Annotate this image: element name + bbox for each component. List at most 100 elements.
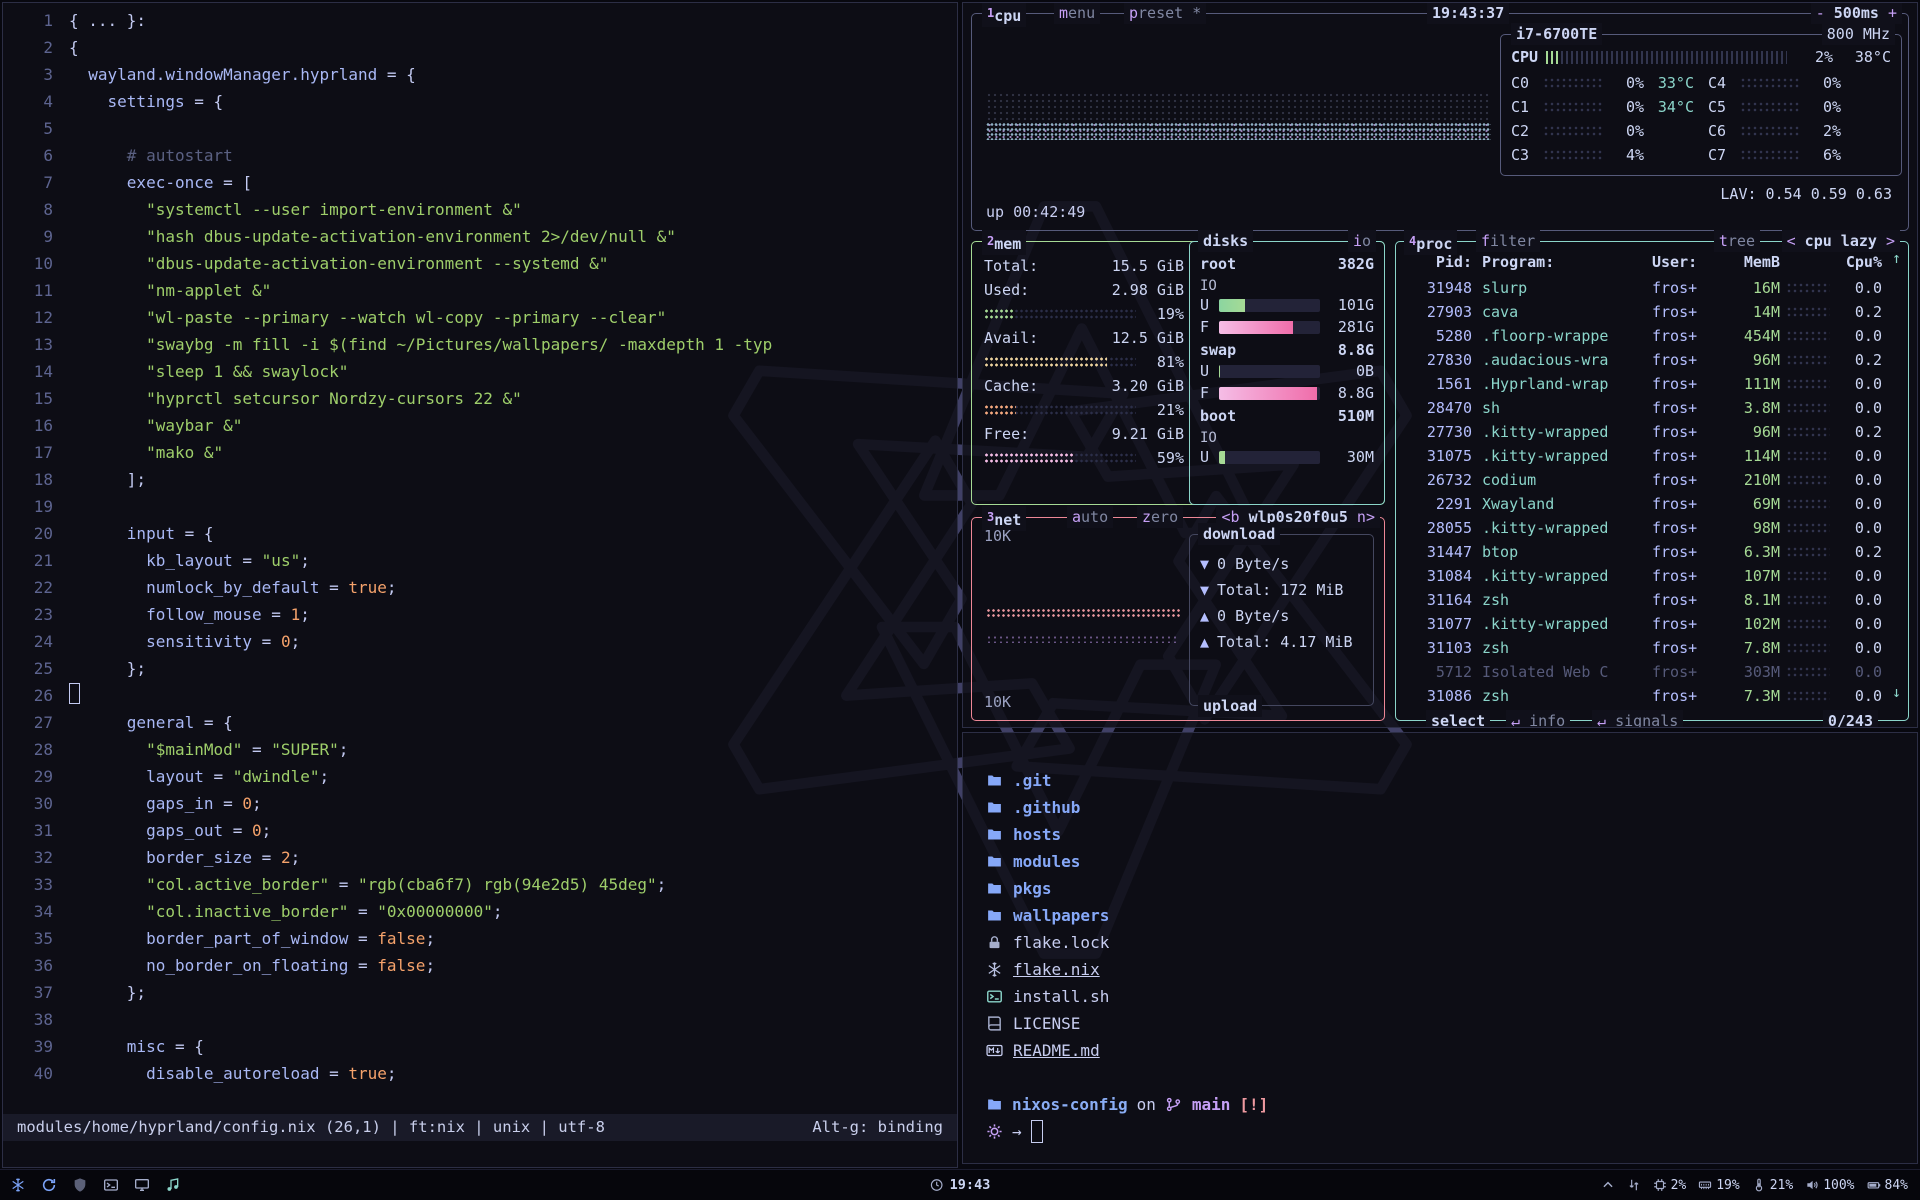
process-row[interactable]: 27903cavafros+14M0.2 [1410,300,1882,324]
sort-prev-arrow[interactable]: < [1787,232,1796,250]
terminal-window[interactable]: .git.githubhostsmodulespkgswallpapersfla… [962,732,1918,1164]
process-row[interactable]: 31164zshfros+8.1M0.0 [1410,588,1882,612]
process-row[interactable]: 5280.floorp-wrappefros+454M0.0 [1410,324,1882,348]
net-auto-button[interactable]: auto [1067,506,1113,528]
prompt-git-branch: main [1192,1091,1231,1118]
process-row[interactable]: 1561.Hyprland-wrapfros+111M0.0 [1410,372,1882,396]
process-mem: 69M [1718,492,1780,516]
proc-filter-button[interactable]: filter [1476,230,1540,252]
tray-expand[interactable] [1601,1178,1615,1192]
tray-value: 21% [1770,1178,1793,1193]
disk-meter-track [1219,365,1320,378]
cpu-usage[interactable]: 2% [1653,1178,1687,1193]
process-row[interactable]: 31084.kitty-wrappedfros+107M0.0 [1410,564,1882,588]
disk-meter-value: 8.8G [1326,381,1374,405]
btop-menu-button[interactable]: menu [1054,2,1100,24]
header-cpu[interactable]: Cpu% [1836,250,1882,274]
process-row[interactable]: 28055.kitty-wrappedfros+98M0.0 [1410,516,1882,540]
security-shield-icon[interactable] [72,1177,88,1193]
proc-info-button[interactable]: ↵ info [1506,710,1570,728]
prompt-git-status: [!] [1239,1091,1268,1118]
iface-next-key[interactable]: n> [1348,508,1375,526]
mem-stat-row: Avail:12.5 GiB [984,326,1184,350]
terminal-app-icon[interactable] [103,1177,119,1193]
file-item: pkgs [985,875,1895,902]
process-row[interactable]: 26732codiumfros+210M0.0 [1410,468,1882,492]
btop-preset-button[interactable]: preset * [1124,2,1206,24]
music-player-icon[interactable] [165,1177,181,1193]
process-row[interactable]: 2291Xwaylandfros+69M0.0 [1410,492,1882,516]
proc-signals-button[interactable]: ↵ signals [1592,710,1683,728]
btop-cpu-box: 1cpu menu preset * 19:43:37 - 500ms + i7… [971,13,1909,231]
file-name: .github [1013,794,1080,821]
code-area[interactable]: 1{ ... }:2{3 wayland.windowManager.hyprl… [3,7,957,1087]
cpu-cores-grid: C00%33°CC10%34°CC20%C34%C40%C50%C62%C76% [1511,71,1891,167]
process-pid: 26732 [1410,468,1472,492]
scroll-down-indicator[interactable]: ↓ [1892,680,1901,704]
header-program[interactable]: Program: [1472,250,1652,274]
display-settings-icon[interactable] [134,1177,150,1193]
process-row[interactable]: 31086zshfros+7.3M0.0 [1410,684,1882,708]
btop-window[interactable]: 1cpu menu preset * 19:43:37 - 500ms + i7… [962,2,1918,728]
shell-prompt: nixos-config on main [!] [985,1091,1895,1118]
right-column: 1cpu menu preset * 19:43:37 - 500ms + i7… [962,2,1918,1168]
interval-increase-button[interactable]: + [1888,4,1897,22]
editor-window[interactable]: 1{ ... }:2{3 wayland.windowManager.hyprl… [2,2,958,1168]
process-row[interactable]: 31447btopfros+6.3M0.2 [1410,540,1882,564]
disks-io-toggle[interactable]: io [1348,230,1376,252]
nix-icon [985,961,1003,978]
nix-launcher-icon[interactable] [10,1177,26,1193]
dotted-leader [1786,594,1830,606]
net-stat-row: ▲0 Byte/s [1200,603,1363,629]
network[interactable] [1627,1178,1641,1192]
code-text: "$mainMod" = "SUPER"; [69,736,348,763]
process-row[interactable]: 31103zshfros+7.8M0.0 [1410,636,1882,660]
temperature-icon [1752,1178,1766,1192]
file-name: hosts [1013,821,1061,848]
code-text: "mako &" [69,439,223,466]
net-scale-top: 10K [984,524,1011,548]
process-row[interactable]: 27830.audacious-wrafros+96M0.2 [1410,348,1882,372]
network-icon [1627,1178,1641,1192]
cpu-frequency: 800 MHz [1822,23,1895,45]
mem-stat-value: 2.98 GiB [1112,278,1184,302]
editor-cursor [69,683,80,704]
battery[interactable]: 84% [1867,1178,1908,1193]
proc-sort-selector[interactable]: < cpu lazy > [1782,230,1900,252]
mem-stat-row: Cache:3.20 GiB [984,374,1184,398]
scroll-up-indicator[interactable]: ↑ [1892,246,1901,270]
process-row[interactable]: 31077.kitty-wrappedfros+102M0.0 [1410,612,1882,636]
dotted-leader [1786,522,1830,534]
core-percent: 6% [1805,143,1841,167]
process-row[interactable]: 31075.kitty-wrappedfros+114M0.0 [1410,444,1882,468]
mem-box-title: 2mem [982,230,1026,255]
dotted-leader [1740,77,1799,89]
shell-icon [985,988,1003,1005]
proc-select-button[interactable]: select [1426,710,1490,728]
core-name: C3 [1511,143,1537,167]
header-memory[interactable]: MemB [1718,250,1780,274]
process-row[interactable]: 31948slurpfros+16M0.0 [1410,276,1882,300]
process-row[interactable]: 5712Isolated Web Cfros+303M0.0 [1410,660,1882,684]
taskbar-clock[interactable]: 19:43 [930,1177,991,1193]
memory-usage[interactable]: 19% [1698,1178,1739,1193]
header-user[interactable]: User: [1652,250,1718,274]
process-row[interactable]: 27730.kitty-wrappedfros+96M0.2 [1410,420,1882,444]
disk-meter: U101G [1200,294,1374,316]
disk-meter-key: F [1200,381,1213,405]
tray-value: 84% [1885,1178,1908,1193]
net-zero-button[interactable]: zero [1137,506,1183,528]
statusline-file-info: modules/home/hyprland/config.nix (26,1) … [17,1114,605,1141]
dotted-leader [1786,426,1830,438]
interval-decrease-button[interactable]: - [1816,4,1825,22]
mem-usage-fill [984,308,1013,320]
folder-icon [985,907,1003,924]
shell-prompt-input-line[interactable]: → [985,1118,1895,1145]
updates-icon[interactable] [41,1177,57,1193]
temperature[interactable]: 21% [1752,1178,1793,1193]
file-item: README.md [985,1037,1895,1064]
volume[interactable]: 100% [1805,1178,1854,1193]
proc-tree-button[interactable]: tree [1714,230,1760,252]
cpu-model-label: i7-6700TE [1511,23,1602,45]
process-row[interactable]: 28470shfros+3.8M0.0 [1410,396,1882,420]
